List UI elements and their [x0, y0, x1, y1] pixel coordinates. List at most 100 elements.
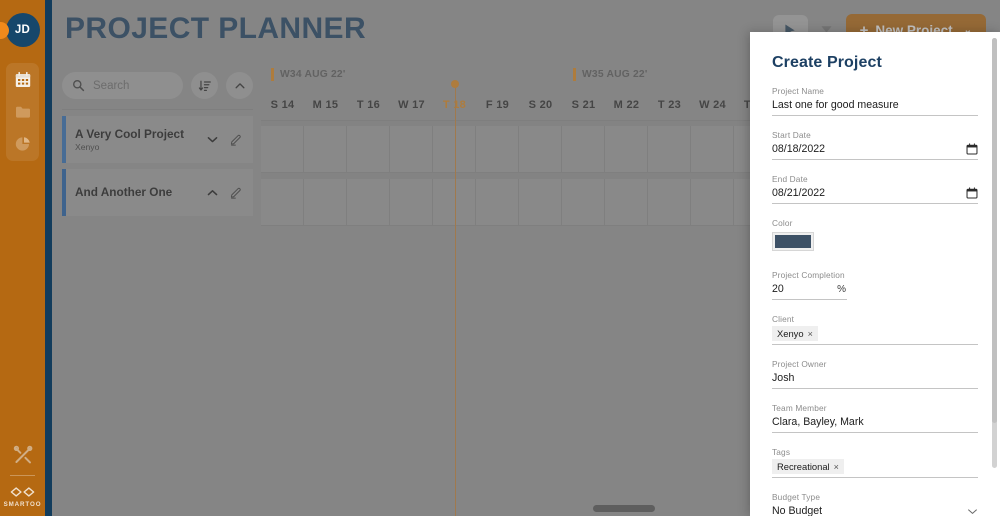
timeline-cell[interactable] [304, 126, 347, 172]
pencil-icon[interactable] [229, 186, 243, 200]
color-picker[interactable] [772, 232, 814, 251]
timeline-day-0[interactable]: S 14 [261, 90, 304, 120]
today-marker-line [454, 84, 457, 516]
field-label: Client [772, 314, 795, 324]
field-control[interactable] [772, 96, 978, 116]
tag-chips[interactable]: Recreational × [772, 457, 978, 478]
timeline-cell[interactable] [562, 126, 605, 172]
project-name-input[interactable] [772, 99, 978, 111]
field-label: End Date [772, 174, 808, 184]
field-label: Project Owner [772, 359, 827, 369]
search-box[interactable] [62, 72, 183, 99]
field-project-name: Project Name [772, 86, 978, 116]
scrollbar-thumb[interactable] [593, 505, 655, 512]
timeline-day-10[interactable]: W 24 [691, 90, 734, 120]
chip-remove-icon[interactable]: × [808, 329, 813, 339]
field-end-date: End Date [772, 174, 978, 204]
timeline-cell[interactable] [691, 179, 734, 225]
field-control[interactable]: No Budget [772, 502, 978, 516]
timeline-cell[interactable] [476, 126, 519, 172]
percent-suffix: % [837, 283, 846, 295]
search-row [52, 62, 261, 99]
week-label-text: W34 AUG 22' [280, 69, 346, 80]
field-start-date: Start Date [772, 130, 978, 160]
project-color-bar [62, 169, 66, 216]
chevron-down-icon[interactable] [967, 508, 978, 515]
scrollbar-thumb[interactable] [992, 38, 997, 423]
field-control[interactable] [772, 413, 978, 433]
sidebar-item-tools[interactable] [12, 444, 34, 466]
chip-remove-icon[interactable]: × [834, 462, 839, 472]
modal-title: Create Project [772, 54, 882, 71]
infinity-logo-icon [10, 487, 35, 497]
project-text: And Another One [75, 185, 206, 200]
modal-scrollbar[interactable] [992, 38, 997, 468]
field-label: Project Completion [772, 270, 845, 280]
calendar-icon[interactable] [966, 143, 978, 155]
sort-button[interactable] [191, 72, 218, 99]
avatar[interactable]: JD [5, 13, 40, 47]
owner-input[interactable] [772, 372, 978, 384]
timeline-day-9[interactable]: T 23 [648, 90, 691, 120]
timeline-cell[interactable] [261, 179, 304, 225]
completion-input[interactable] [772, 283, 812, 295]
collapse-all-button[interactable] [226, 72, 253, 99]
field-client: Client Xenyo × [772, 314, 978, 345]
timeline-cell[interactable] [476, 179, 519, 225]
page-title: PROJECT PLANNER [65, 12, 367, 45]
calendar-icon[interactable] [966, 187, 978, 199]
timeline-cell[interactable] [261, 126, 304, 172]
timeline-cell[interactable] [691, 126, 734, 172]
field-control[interactable] [772, 140, 978, 160]
field-label: Project Name [772, 86, 825, 96]
timeline-cell[interactable] [347, 126, 390, 172]
list-item[interactable]: A Very Cool Project Xenyo [62, 116, 253, 163]
timeline-day-5[interactable]: F 19 [476, 90, 519, 120]
timeline-day-8[interactable]: M 22 [605, 90, 648, 120]
week-label: W35 AUG 22' [573, 68, 648, 81]
sidebar: JD SMARTOO [0, 0, 45, 516]
chevron-down-icon[interactable] [206, 135, 219, 144]
search-icon [73, 80, 85, 92]
create-project-modal: Create Project Project Name Start Date [750, 32, 1000, 516]
timeline-cell[interactable] [304, 179, 347, 225]
field-control[interactable] [772, 184, 978, 204]
field-control[interactable]: % [772, 280, 847, 300]
timeline-day-1[interactable]: M 15 [304, 90, 347, 120]
project-list-panel: A Very Cool Project Xenyo And Another [52, 62, 261, 516]
timeline-cell[interactable] [605, 179, 648, 225]
timeline-day-2[interactable]: T 16 [347, 90, 390, 120]
timeline-day-6[interactable]: S 20 [519, 90, 562, 120]
search-input[interactable] [93, 79, 173, 92]
timeline-cell[interactable] [390, 126, 433, 172]
sidebar-item-reports[interactable] [13, 134, 32, 153]
field-control[interactable] [772, 369, 978, 389]
client-chips[interactable]: Xenyo × [772, 324, 978, 345]
end-date-input[interactable] [772, 187, 966, 199]
start-date-input[interactable] [772, 143, 966, 155]
calendar-icon [15, 71, 30, 87]
timeline-cell[interactable] [347, 179, 390, 225]
timeline-day-3[interactable]: W 17 [390, 90, 433, 120]
chip[interactable]: Recreational × [772, 459, 844, 474]
panel-divider [62, 109, 253, 110]
timeline-cell[interactable] [605, 126, 648, 172]
sidebar-item-calendar[interactable] [13, 70, 32, 89]
pencil-icon[interactable] [229, 133, 243, 147]
team-member-input[interactable] [772, 416, 978, 428]
timeline-cell[interactable] [519, 126, 562, 172]
sidebar-item-files[interactable] [13, 102, 32, 121]
brand-name: SMARTOO [3, 501, 42, 508]
chip[interactable]: Xenyo × [772, 326, 818, 341]
chevron-up-icon[interactable] [206, 188, 219, 197]
field-label: Start Date [772, 130, 811, 140]
project-actions [206, 186, 253, 200]
timeline-cell[interactable] [648, 126, 691, 172]
timeline-cell[interactable] [390, 179, 433, 225]
timeline-day-7[interactable]: S 21 [562, 90, 605, 120]
timeline-cell[interactable] [648, 179, 691, 225]
list-item[interactable]: And Another One [62, 169, 253, 216]
timeline-cell[interactable] [519, 179, 562, 225]
chevron-up-icon [234, 82, 245, 88]
timeline-cell[interactable] [562, 179, 605, 225]
